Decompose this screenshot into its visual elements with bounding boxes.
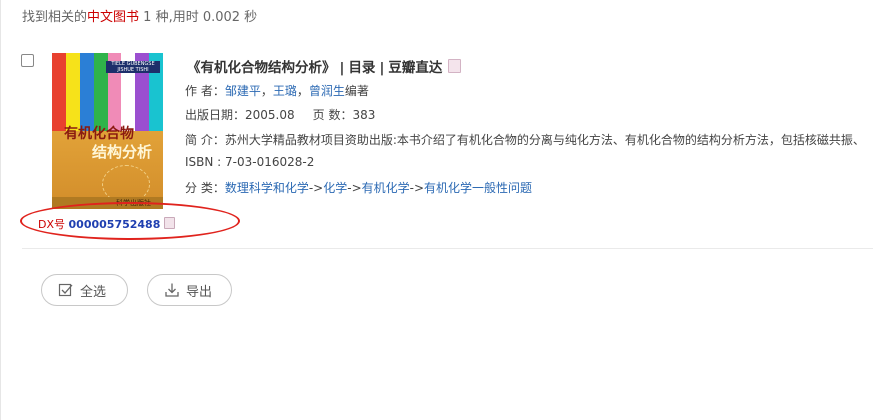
isbn-row: ISBN : 7-03-016028-2	[185, 155, 315, 169]
publish-info-row: 出版日期：2005.08 页 数：383	[185, 106, 375, 123]
author-label: 作 者：	[185, 84, 225, 98]
book-title-line: 《有机化合物结构分析》 | 目录 | 豆瓣直达	[187, 56, 462, 76]
category-separator: ->	[308, 181, 324, 195]
result-checkbox[interactable]	[21, 54, 34, 67]
select-all-button[interactable]: 全选	[41, 274, 128, 306]
author-row: 作 者：邹建平，王璐，曾润生编著	[185, 84, 369, 98]
summary-prefix: 找到相关的	[22, 10, 88, 25]
cover-title-line2: 结构分析	[92, 143, 153, 161]
result-divider	[22, 248, 873, 249]
intro-text: 苏州大学精品教材项目资助出版:本书介绍了有机化合物的分离与纯化方法、有机化合物的…	[224, 133, 865, 147]
export-label: 导出	[186, 284, 213, 300]
author-role: 编著	[344, 84, 369, 98]
result-summary: 找到相关的中文图书 1 种,用时 0.002 秒	[22, 6, 257, 25]
author-link[interactable]: 王璐	[273, 84, 297, 98]
category-link[interactable]: 化学	[323, 181, 347, 195]
intro-row: 简 介：苏州大学精品教材项目资助出版:本书介绍了有机化合物的分离与纯化方法、有机…	[185, 131, 865, 148]
category-separator: ->	[347, 181, 362, 195]
select-all-icon	[58, 283, 73, 297]
annotation-ellipse	[20, 202, 240, 240]
publish-date: 2005.08	[245, 108, 295, 122]
download-icon	[165, 283, 179, 297]
toc-link[interactable]: 目录	[348, 60, 375, 76]
category-row: 分 类：数理科学和化学->化学->有机化学->有机化学一般性问题	[185, 179, 532, 196]
category-separator: ->	[409, 181, 425, 195]
intro-label: 简 介：	[185, 133, 225, 147]
author-link[interactable]: 邹建平	[225, 84, 261, 98]
select-all-label: 全选	[80, 284, 107, 300]
page-count: 383	[352, 108, 376, 122]
category-label: 分 类：	[185, 181, 225, 195]
left-border	[0, 0, 1, 420]
cover-band: TIELE GUBENGSE JISHUE TISHI	[106, 61, 160, 73]
category-link[interactable]: 数理科学和化学	[225, 181, 309, 195]
export-button[interactable]: 导出	[147, 274, 232, 306]
book-icon[interactable]	[448, 59, 462, 73]
author-link[interactable]: 曾润生	[309, 84, 345, 98]
summary-stats: 1 种,用时 0.002 秒	[139, 10, 258, 25]
date-label: 出版日期：	[185, 108, 246, 122]
pages-label: 页 数：	[312, 108, 353, 122]
category-link[interactable]: 有机化学	[362, 181, 410, 195]
book-cover[interactable]: TIELE GUBENGSE JISHUE TISHI 有机化合物 结构分析 科…	[52, 53, 163, 209]
cover-title-line1: 有机化合物	[64, 126, 134, 142]
book-title[interactable]: 《有机化合物结构分析》	[187, 60, 336, 76]
summary-highlight: 中文图书	[87, 10, 140, 25]
category-link[interactable]: 有机化学一般性问题	[424, 181, 532, 195]
douban-link[interactable]: 豆瓣直达	[388, 60, 442, 76]
